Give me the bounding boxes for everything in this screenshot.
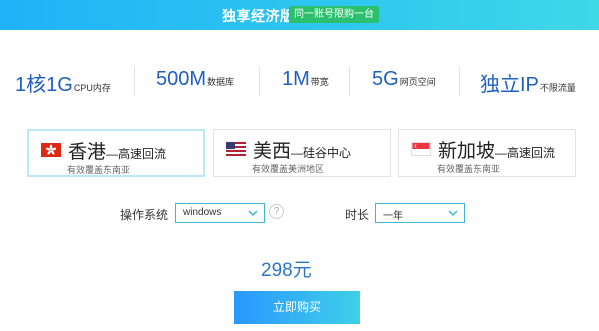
region-card-hong-kong[interactable]: 香港—高速回流 有效覆盖东南亚 [27, 129, 205, 177]
spec-divider [134, 66, 135, 96]
region-subtitle: —高速回流 [495, 146, 556, 160]
spec-divider [349, 66, 350, 96]
region-card-us-west[interactable]: 美西—硅谷中心 有效覆盖美洲地区 [213, 129, 391, 177]
spec-value: 500M [156, 68, 207, 90]
region-description: 有效覆盖东南亚 [437, 164, 501, 174]
top-banner: 独享经济版 同一账号限购一台 [0, 0, 599, 30]
spec-bandwidth: 1M带宽 [282, 68, 329, 91]
region-name: 美西 [253, 141, 292, 162]
region-title: 新加坡—高速回流 [438, 136, 555, 163]
spec-label: 不限流量 [539, 83, 576, 93]
spec-value: 1M [282, 68, 310, 90]
region-subtitle: —高速回流 [106, 147, 167, 161]
region-title: 香港—高速回流 [68, 137, 166, 164]
os-selected-value: windows [183, 207, 222, 218]
spec-value: 1核1G [15, 74, 73, 96]
help-icon[interactable]: ? [269, 204, 284, 219]
os-select[interactable]: windows [175, 203, 265, 223]
buy-now-button[interactable]: 立即购买 [234, 291, 360, 324]
spec-database: 500M数据库 [156, 68, 234, 91]
plan-title: 独享经济版 [222, 8, 295, 24]
spec-cpu-memory: 1核1GCPU内存 [15, 68, 111, 97]
os-label: 操作系统 [120, 208, 169, 222]
region-description: 有效覆盖美洲地区 [252, 164, 325, 174]
singapore-flag-icon [411, 142, 431, 156]
spec-web-space: 5G网页空间 [372, 68, 436, 91]
spec-divider [259, 66, 260, 96]
region-subtitle: —硅谷中心 [291, 146, 352, 160]
region-name: 香港 [68, 142, 107, 163]
spec-label: 网页空间 [399, 77, 436, 87]
purchase-limit-badge: 同一账号限购一台 [289, 6, 379, 23]
spec-value: 独立IP [480, 74, 539, 96]
duration-selected-value: 一年 [383, 211, 403, 222]
region-name: 新加坡 [438, 141, 496, 162]
spec-label: 数据库 [207, 77, 235, 87]
chevron-down-icon [248, 210, 258, 217]
spec-value: 5G [372, 68, 399, 90]
duration-label: 时长 [345, 208, 370, 222]
chevron-down-icon [448, 210, 458, 217]
spec-label: 带宽 [310, 77, 329, 87]
duration-select[interactable]: 一年 [375, 203, 465, 223]
usa-flag-icon [226, 142, 246, 156]
hong-kong-flag-icon [41, 143, 61, 157]
spec-dedicated-ip: 独立IP不限流量 [480, 68, 576, 97]
spec-label: CPU内存 [73, 83, 111, 93]
region-card-singapore[interactable]: 新加坡—高速回流 有效覆盖东南亚 [398, 129, 576, 177]
spec-divider [459, 66, 460, 96]
region-description: 有效覆盖东南亚 [67, 165, 131, 175]
price-display: 298元 [261, 260, 312, 281]
region-title: 美西—硅谷中心 [253, 136, 351, 163]
